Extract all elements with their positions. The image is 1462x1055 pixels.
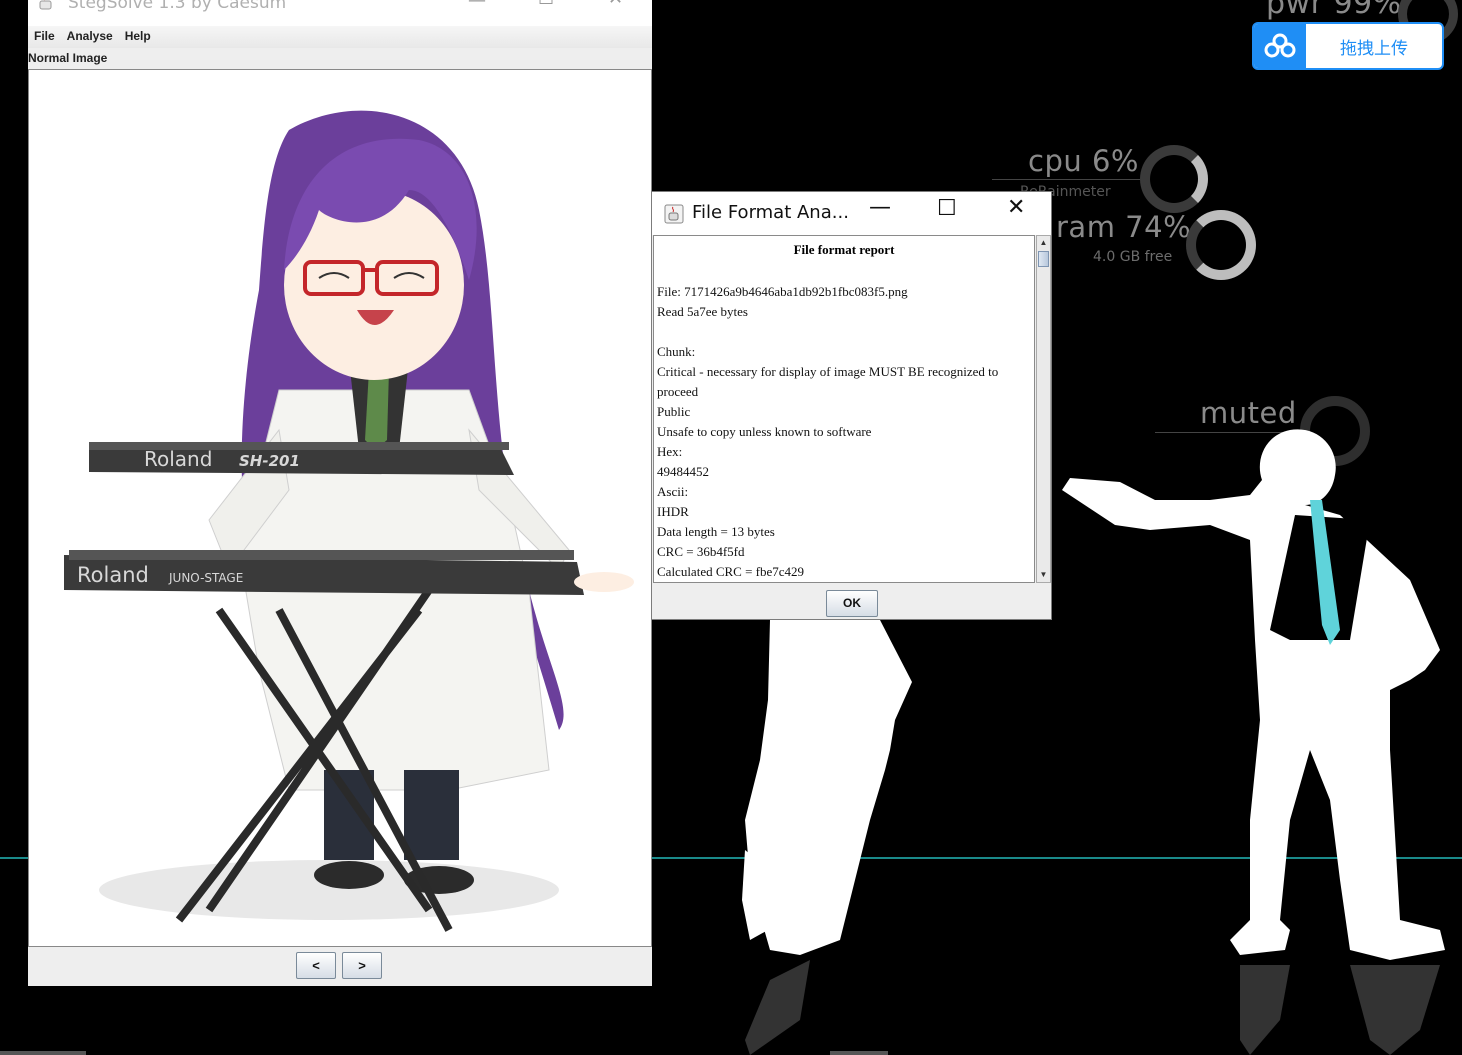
cpu-underline: [992, 179, 1140, 180]
report-line: [654, 322, 1034, 342]
anime-girl-keyboard-image: Roland SH-201 Roland JUNO-STAGE: [64, 110, 634, 932]
report-line: Data length = 13 bytes: [657, 524, 775, 539]
cloud-icon: [1254, 24, 1306, 68]
next-plane-button[interactable]: >: [342, 952, 382, 979]
report-line: CRC = 36b4f5fd: [657, 544, 745, 559]
stegsolve-window: StegSolve 1.3 by Caesum — ☐ ✕ File Analy…: [28, 0, 652, 986]
report-line: Chunk:: [657, 344, 696, 359]
report-title: File format report: [793, 242, 895, 257]
prev-plane-button[interactable]: <: [296, 952, 336, 979]
menu-bar: File Analyse Help: [28, 26, 652, 48]
report-line: Calculated CRC = fbe7c429: [657, 564, 805, 579]
maximize-icon[interactable]: ☐: [937, 196, 957, 221]
report-line: 49484452: [657, 464, 709, 479]
report-line: File: 7171426a9b4646aba1db92b1fbc083f5.p…: [657, 284, 908, 299]
svg-text:Roland: Roland: [77, 563, 149, 587]
pwr-gauge-label: pwr 99%: [1266, 0, 1402, 21]
java-cup-icon: [664, 204, 684, 224]
minimize-icon[interactable]: —: [869, 195, 891, 220]
close-icon[interactable]: ✕: [608, 0, 623, 9]
scroll-down-icon[interactable]: ▼: [1037, 568, 1050, 582]
taskbar-segment: [830, 1051, 888, 1055]
drag-upload-label: 拖拽上传: [1340, 38, 1408, 59]
report-line: Critical - necessary for display of imag…: [657, 364, 999, 399]
menu-help[interactable]: Help: [119, 26, 157, 48]
image-mode-label: Normal Image: [28, 51, 108, 65]
ram-gauge-sub: 4.0 GB free: [1093, 249, 1173, 265]
menu-analyse[interactable]: Analyse: [61, 26, 119, 48]
report-line: Hex:: [657, 444, 683, 459]
window-title: StegSolve 1.3 by Caesum: [68, 0, 287, 13]
image-panel: Roland SH-201 Roland JUNO-STAGE: [28, 69, 652, 947]
maximize-icon[interactable]: ☐: [538, 0, 554, 9]
java-cup-icon: [39, 0, 52, 10]
report-line: Public: [657, 404, 691, 419]
ram-ring-icon: [1186, 210, 1256, 280]
dialog-title-bar[interactable]: File Format Ana... — ☐ ✕: [652, 192, 1051, 235]
close-icon[interactable]: ✕: [1007, 195, 1025, 220]
report-line: Unsafe to copy unless known to software: [657, 424, 872, 439]
cpu-gauge-label: cpu 6%: [1028, 144, 1139, 178]
scroll-thumb[interactable]: [1038, 251, 1049, 267]
report-text-area[interactable]: File format report File: 7171426a9b4646a…: [653, 235, 1035, 583]
report-line: IHDR: [657, 504, 689, 519]
file-format-dialog: File Format Ana... — ☐ ✕ File format rep…: [651, 191, 1052, 620]
dialog-title: File Format Ana...: [692, 202, 849, 223]
report-line: [654, 262, 1034, 282]
ram-gauge-label: ram 74%: [1056, 210, 1192, 244]
report-line: Ascii:: [657, 484, 689, 499]
taskbar-segment: [0, 1051, 86, 1055]
minimize-icon[interactable]: —: [468, 0, 486, 11]
svg-text:Roland: Roland: [144, 447, 212, 471]
scroll-up-icon[interactable]: ▲: [1037, 236, 1050, 250]
svg-text:JUNO-STAGE: JUNO-STAGE: [168, 571, 243, 585]
menu-file[interactable]: File: [28, 26, 61, 48]
report-line: Read 5a7ee bytes: [657, 304, 748, 319]
title-bar[interactable]: StegSolve 1.3 by Caesum — ☐ ✕: [28, 0, 652, 26]
cpu-ring-icon: [1140, 145, 1208, 213]
ok-button[interactable]: OK: [826, 590, 878, 617]
drag-upload-button[interactable]: 拖拽上传: [1252, 22, 1444, 70]
svg-text:SH-201: SH-201: [239, 452, 300, 470]
report-scrollbar[interactable]: ▲ ▼: [1036, 235, 1051, 583]
